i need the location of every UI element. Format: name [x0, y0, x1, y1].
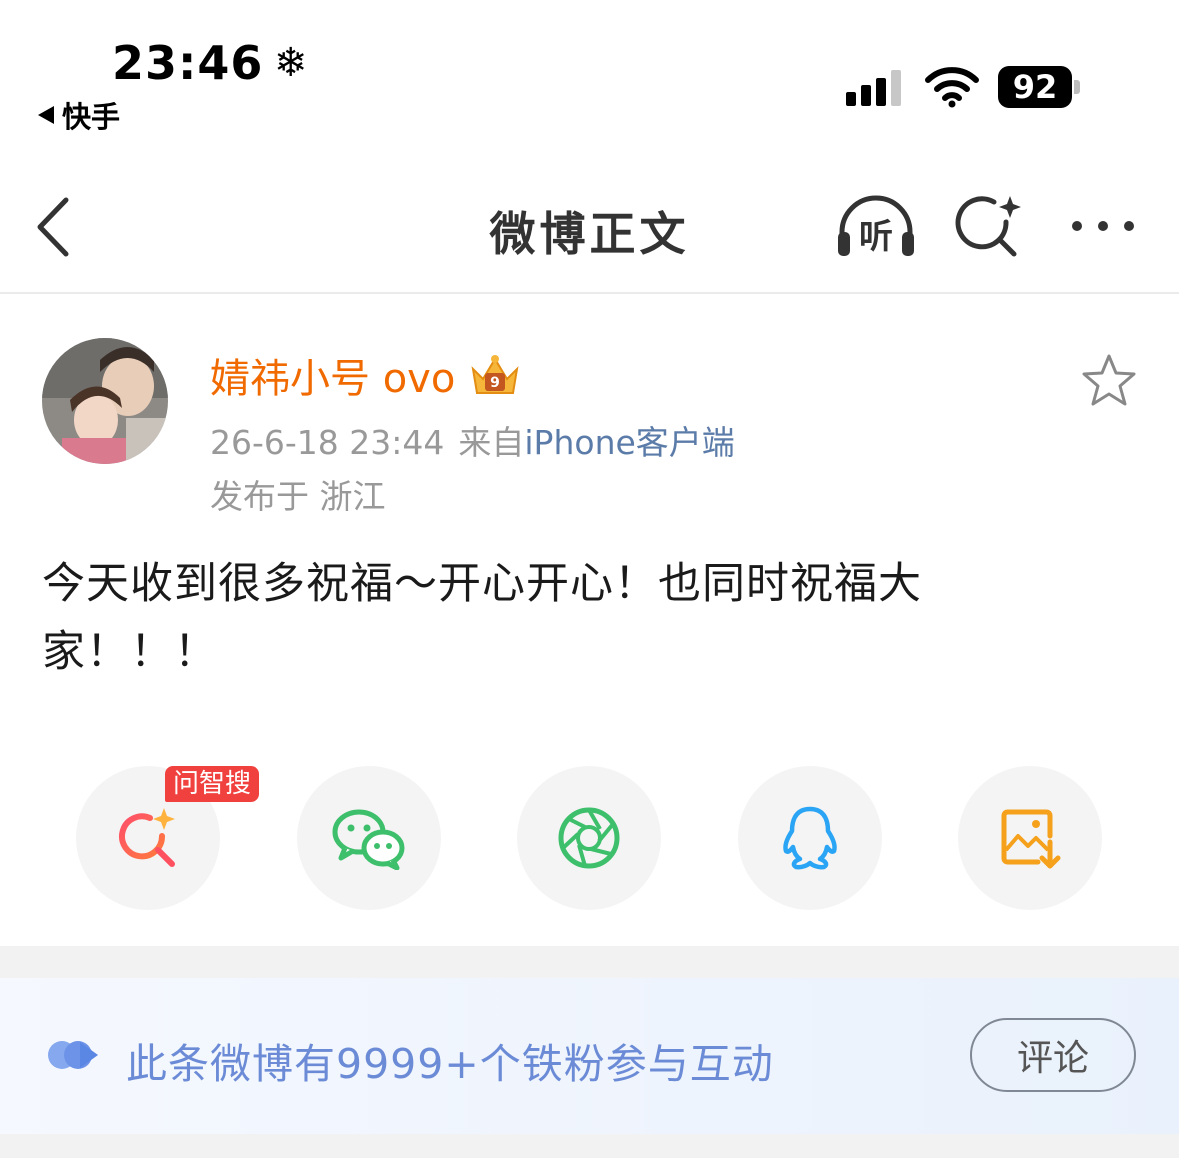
battery-indicator: 92: [998, 66, 1072, 108]
username[interactable]: 婧祎小号 ovo: [210, 346, 455, 404]
back-to-app-button[interactable]: 快手: [38, 94, 120, 136]
fans-badge-icon: [48, 1041, 98, 1069]
post-source[interactable]: iPhone客户端: [524, 423, 734, 462]
svg-text:9: 9: [490, 375, 500, 391]
clock: 23:46: [112, 36, 264, 90]
battery-tip: [1074, 80, 1080, 94]
navbar: 微博正文 听: [0, 150, 1179, 294]
comment-button[interactable]: 评论: [970, 1018, 1136, 1092]
fans-interaction-banner[interactable]: 此条微博有9999+个铁粉参与互动 评论: [0, 978, 1179, 1134]
ai-search-badge: 问智搜: [165, 766, 260, 802]
qq-icon: [783, 806, 837, 870]
save-image-icon: [1001, 809, 1061, 869]
listen-headphones-icon[interactable]: 听: [834, 192, 918, 262]
more-options-icon[interactable]: [1066, 206, 1140, 246]
bottom-divider: [0, 1134, 1179, 1158]
status-bar: 23:46 ❄ 快手 92: [0, 0, 1179, 150]
share-moments-button[interactable]: [517, 766, 661, 910]
ai-search-icon: [119, 808, 175, 867]
share-qq-button[interactable]: [738, 766, 882, 910]
username-row[interactable]: 婧祎小号 ovo 9: [210, 346, 523, 404]
vip-crown-badge-icon: 9: [471, 355, 519, 394]
share-wechat-button[interactable]: [297, 766, 441, 910]
listen-label: 听: [859, 217, 893, 257]
post-timestamp: 26-6-18 23:44: [210, 423, 445, 462]
favorite-star-icon[interactable]: [1080, 352, 1138, 410]
cellular-signal-icon: [846, 70, 901, 106]
snowflake-icon: ❄: [274, 40, 308, 86]
avatar[interactable]: [42, 338, 168, 464]
wechat-icon: [332, 809, 405, 870]
source-prefix: 来自: [458, 423, 525, 462]
share-save-image-button[interactable]: [958, 766, 1102, 910]
post-meta: 26-6-18 23:44 来自iPhone客户端: [210, 416, 735, 464]
ai-search-icon[interactable]: [954, 192, 1026, 262]
moments-icon: [558, 807, 620, 869]
post-text: 今天收到很多祝福～开心开心！也同时祝福大家！！！: [42, 559, 922, 677]
wifi-icon: [925, 67, 979, 108]
back-app-label: 快手: [62, 100, 121, 134]
back-triangle-icon: [38, 106, 54, 124]
fans-interaction-text: 此条微博有9999+个铁粉参与互动: [126, 1040, 774, 1088]
section-divider: [0, 946, 1179, 978]
post-location: 发布于 浙江: [210, 477, 386, 516]
